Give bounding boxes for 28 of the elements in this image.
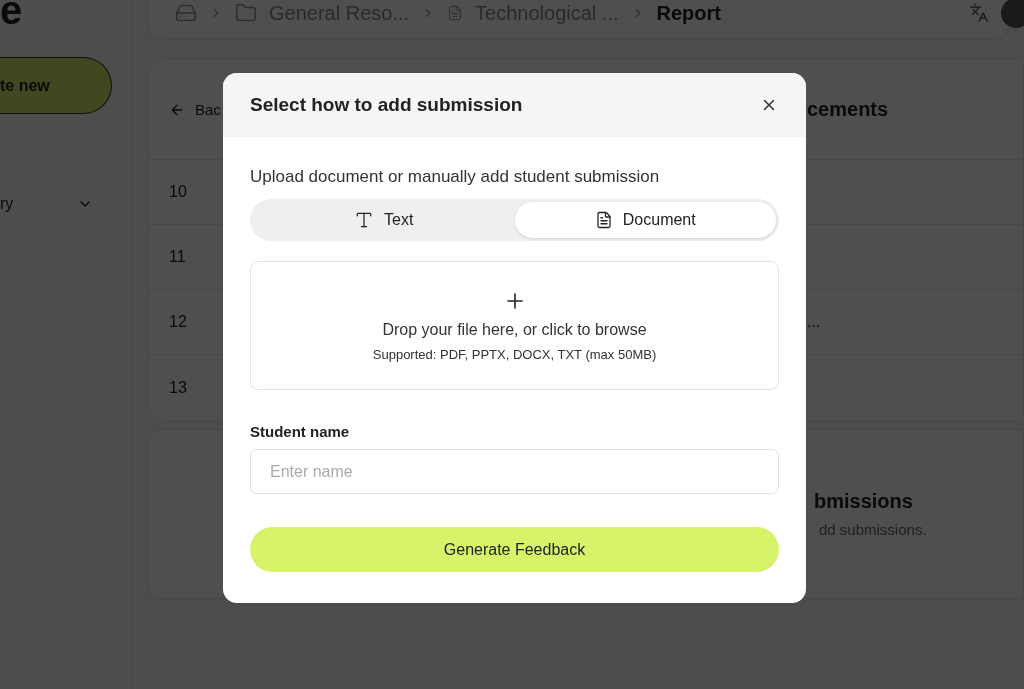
modal-title: Select how to add submission	[250, 94, 523, 116]
row-number: 10	[168, 183, 188, 201]
row-number: 13	[168, 378, 188, 397]
create-new-button[interactable]: te new	[0, 57, 112, 114]
avatar[interactable]	[1001, 0, 1024, 28]
folder-icon	[235, 2, 257, 24]
empty-state-title: bmissions	[814, 490, 914, 513]
row-text: ...	[807, 313, 822, 331]
mode-tab[interactable]: Text	[253, 202, 515, 238]
field-label: Student name	[250, 423, 351, 440]
document-icon	[594, 211, 613, 229]
breadcrumb-item[interactable]: Report	[656, 1, 721, 25]
mode-tab[interactable]: Document	[514, 202, 776, 238]
page-heading: cements	[807, 98, 890, 121]
translate-icon[interactable]	[969, 3, 989, 23]
back-link[interactable]: Bac	[149, 101, 224, 118]
logo: e	[0, 0, 24, 30]
document-icon	[447, 5, 464, 21]
drive-icon[interactable]	[175, 2, 197, 24]
row-number: 12	[168, 313, 188, 331]
student-name-input[interactable]: Enter name	[250, 449, 779, 494]
generate-feedback-button[interactable]: Generate Feedback	[250, 527, 779, 572]
modal-prompt: Upload document or manually add student submission	[250, 167, 661, 187]
row-number: 11	[168, 248, 187, 266]
dropzone-hint: Supported: PDF, PPTX, DOCX, TXT (max 50MB)	[372, 347, 657, 362]
file-dropzone[interactable]: Drop your file here, or click to browse Supported: PDF, PPTX, DOCX, TXT (max 50MB)	[250, 261, 779, 390]
dropzone-text: Drop your file here, or click to browse	[382, 321, 647, 339]
nav-item[interactable]: ry	[0, 195, 14, 213]
